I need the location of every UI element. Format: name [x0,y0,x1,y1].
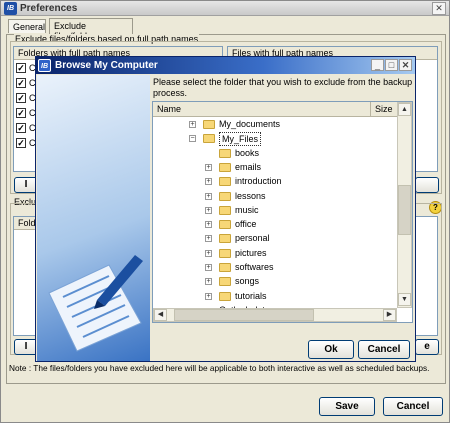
close-icon[interactable]: ✕ [399,59,412,71]
folder-icon [219,263,231,272]
maximize-button[interactable]: □ [385,59,398,71]
cancel-button[interactable]: Cancel [383,397,443,416]
expand-toggle-icon[interactable]: + [205,292,212,300]
tree-item[interactable]: books [153,146,397,160]
scroll-thumb[interactable] [398,185,411,235]
tree-item-label: songs [235,276,260,287]
horizontal-scrollbar[interactable]: ◀ ▶ [153,308,397,322]
tree-item[interactable]: + emails [153,160,397,174]
tree-item[interactable]: + My_documents [153,117,397,131]
folder-checkbox[interactable]: ✓ [16,93,26,103]
tree-item-label: music [235,204,259,215]
folder-icon [219,291,231,301]
tree-item[interactable]: + songs [153,274,397,288]
folder-icon [219,177,231,187]
tree-item[interactable]: − My_Files [153,131,397,147]
pen-and-paper-icon [48,255,143,352]
folder-icon [219,205,231,215]
scroll-up-arrow-icon[interactable]: ▲ [398,103,411,116]
tree-item[interactable]: + tutorials [153,289,397,303]
folder-checkbox[interactable]: ✓ [16,123,26,133]
expand-toggle-icon[interactable]: + [205,192,212,200]
expand-toggle-icon[interactable]: + [205,221,212,229]
folder-checkbox[interactable]: ✓ [16,78,26,88]
browse-title: Browse My Computer [55,60,158,71]
tree-item-label: books [235,147,260,158]
scroll-right-arrow-icon[interactable]: ▶ [383,309,396,321]
tree-item-label: pictures [235,247,267,258]
tab-exclude-files-folders[interactable]: Exclude files/folders [49,18,133,41]
close-button[interactable]: ✕ [432,2,446,15]
expand-toggle-icon[interactable]: + [205,163,212,171]
browse-dialog: IB Browse My Computer _ □ ✕ Please selec… [35,56,416,362]
expand-toggle-icon[interactable]: + [205,278,212,286]
folder-icon [219,162,231,172]
scroll-down-arrow-icon[interactable]: ▼ [398,293,411,306]
tree-item[interactable]: + personal [153,231,397,245]
preferences-titlebar: IB Preferences ✕ [1,1,449,16]
folder-icon [219,220,231,230]
tree-item-label: My_Files [219,132,262,147]
hscroll-thumb[interactable] [174,309,314,321]
browse-titlebar: IB Browse My Computer _ □ ✕ [36,57,415,74]
browse-cancel-button[interactable]: Cancel [358,340,410,359]
tree-item-label: office [235,219,257,230]
ok-button[interactable]: Ok [308,340,354,359]
expand-toggle-icon[interactable]: − [189,135,196,143]
folder-checkbox[interactable]: ✓ [16,108,26,118]
tree-item-label: introduction [235,176,282,187]
folder-checkbox[interactable]: ✓ [16,63,26,73]
tree-item[interactable]: + pictures [153,246,397,260]
decorative-illustration [37,75,150,361]
tree-item[interactable]: + softwares [153,260,397,274]
tree-item-label: emails [235,161,262,172]
app-logo-icon: IB [38,59,51,72]
folder-tree[interactable]: Name Size + My_documents − My_Files books + em… [152,101,413,323]
instruction-text: Please select the folder that you wish t… [153,77,413,98]
tree-item-label: My_documents [219,119,281,129]
tree-item-label: personal [235,233,270,244]
files-remove-button[interactable] [415,177,439,193]
note-text: Note : The files/folders you have exclud… [9,363,430,373]
app-logo-icon: IB [4,2,17,15]
tree-item-label: lessons [235,190,266,201]
window-title: Preferences [20,3,78,14]
scroll-left-arrow-icon[interactable]: ◀ [154,309,167,321]
minimize-button[interactable]: _ [371,59,384,71]
folder-icon [203,120,215,129]
folder-icon [219,277,231,287]
expand-toggle-icon[interactable]: + [205,206,212,214]
folder-icon [219,234,231,244]
tree-rows: + My_documents − My_Files books + emails + intro… [153,117,397,308]
tree-item[interactable]: + office [153,217,397,231]
column-size[interactable]: Size [371,102,397,117]
pattern-remove-button[interactable]: e [415,339,439,355]
expand-toggle-icon[interactable]: + [189,121,196,128]
expand-toggle-icon[interactable]: + [205,178,212,186]
tree-item[interactable]: + introduction [153,174,397,188]
folder-icon [203,134,215,144]
expand-toggle-icon[interactable]: + [205,235,212,243]
folder-icon [219,191,231,201]
tab-general[interactable]: General [8,19,46,33]
column-name[interactable]: Name [153,102,371,117]
save-button[interactable]: Save [319,397,375,416]
vertical-scrollbar[interactable]: ▲ ▼ [397,102,412,308]
folder-checkbox[interactable]: ✓ [16,138,26,148]
tree-item-label: softwares [235,262,274,272]
tree-item[interactable]: + music [153,203,397,217]
tree-item[interactable]: + lessons [153,189,397,203]
expand-toggle-icon[interactable]: + [205,264,212,271]
folder-icon [219,148,231,158]
folder-icon [219,248,231,258]
expand-toggle-icon[interactable]: + [205,249,212,257]
tree-item-label: tutorials [235,290,267,301]
